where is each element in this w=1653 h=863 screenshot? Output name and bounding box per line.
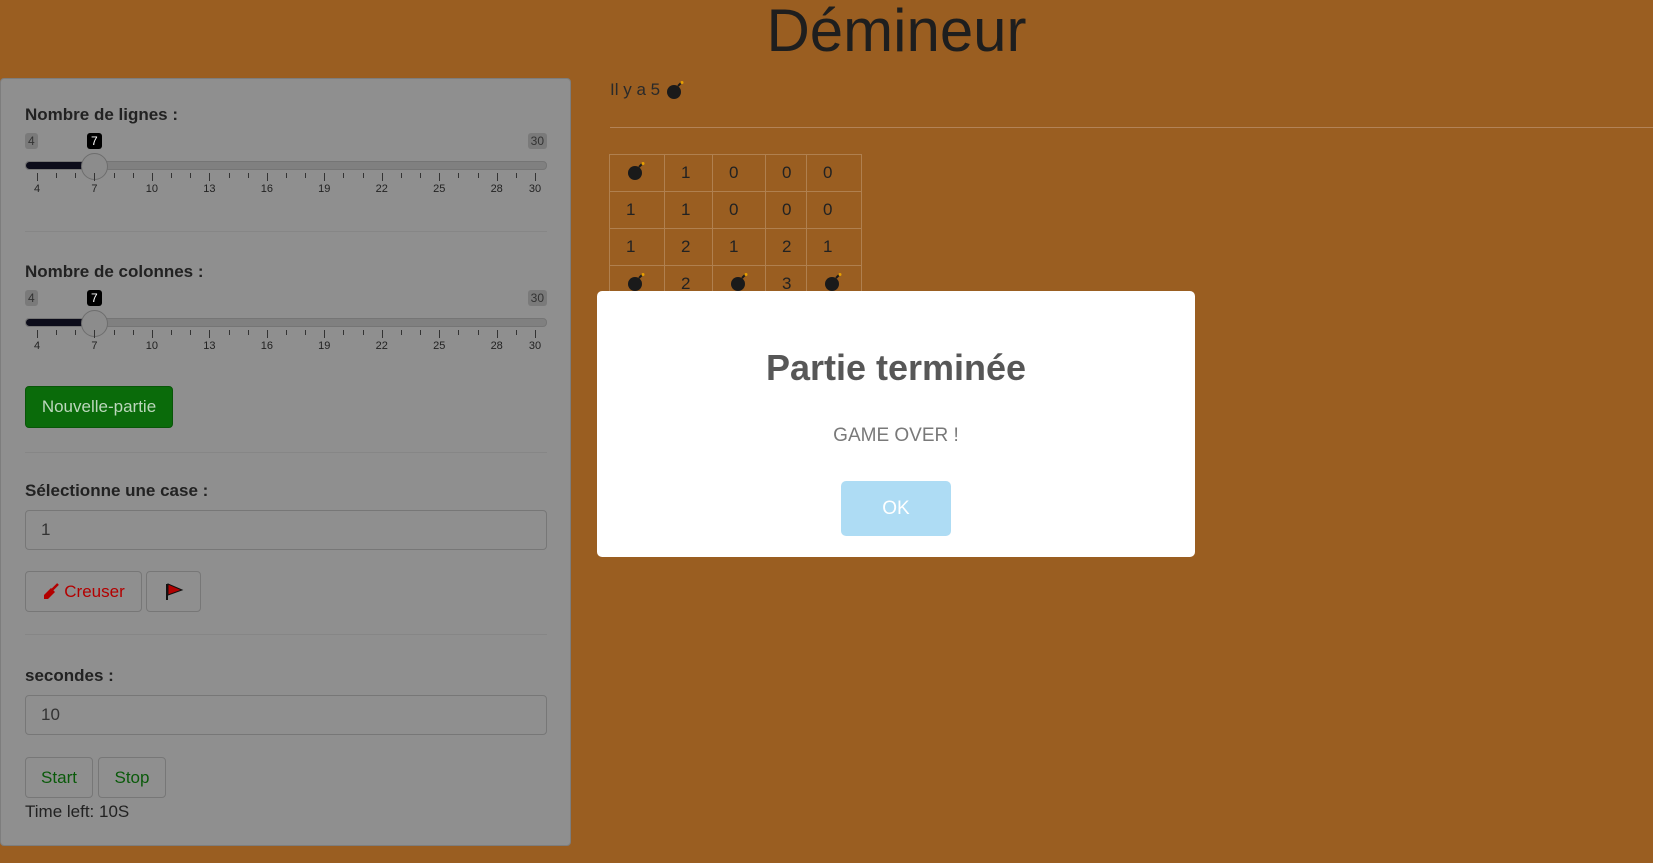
ok-button[interactable]: OK bbox=[841, 481, 951, 536]
dialog-title: Partie terminée bbox=[765, 347, 1027, 388]
game-over-dialog: Partie terminée GAME OVER ! OK bbox=[597, 291, 1195, 557]
dialog-message: GAME OVER ! bbox=[833, 425, 959, 446]
modal-overlay: Partie terminée GAME OVER ! OK bbox=[0, 0, 1653, 863]
